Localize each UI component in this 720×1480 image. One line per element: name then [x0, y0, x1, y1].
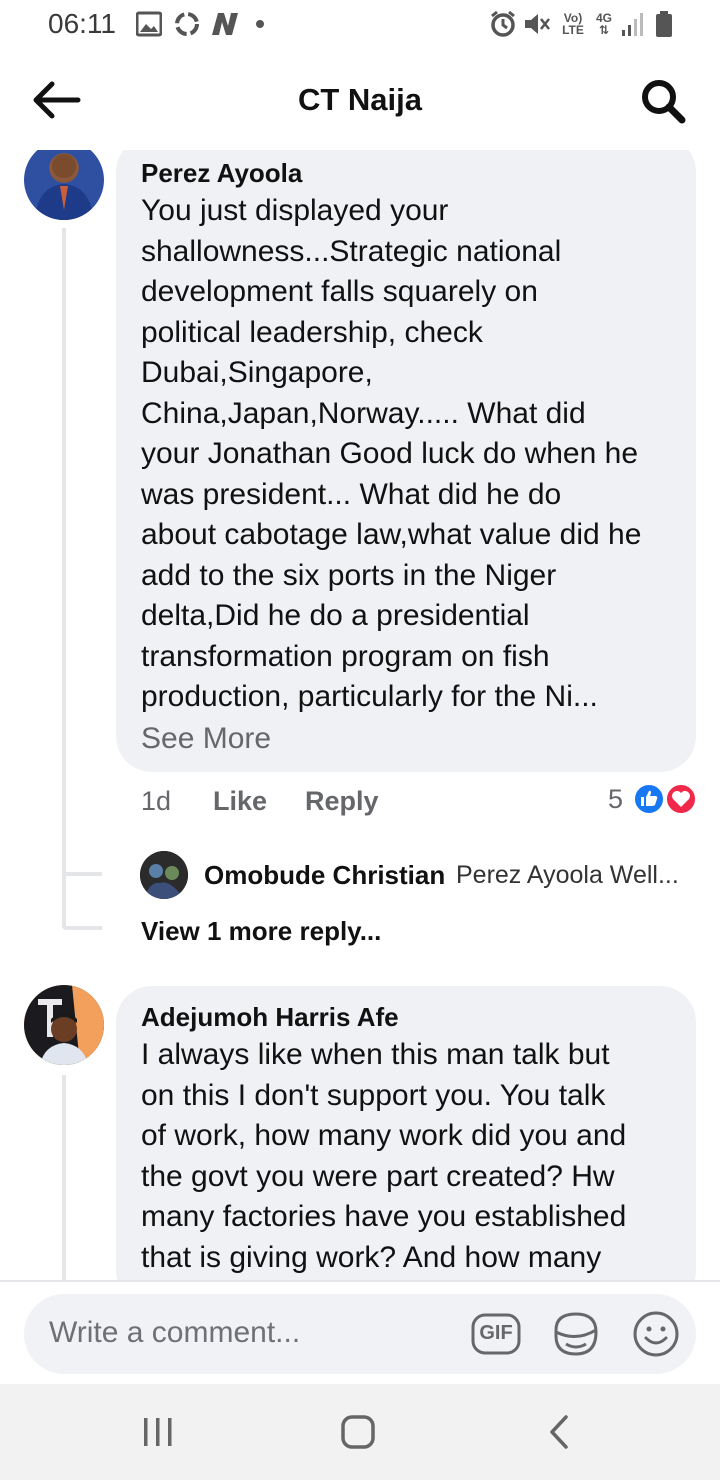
comment-line: China,Japan,Norway..... What did	[141, 396, 586, 430]
comments-feed[interactable]: Perez Ayoola You just displayed your sha…	[0, 150, 720, 1280]
search-icon[interactable]	[638, 76, 688, 126]
like-reaction-icon	[633, 783, 665, 815]
thread-line	[62, 1075, 66, 1280]
comment-timestamp[interactable]: 1d	[141, 786, 171, 817]
avatar-photo	[24, 985, 104, 1065]
volte-indicator: Vo) LTE	[558, 12, 588, 36]
comment-text: I always like when this man talk but on …	[141, 1035, 686, 1278]
battery-icon	[656, 11, 672, 37]
thread-line	[62, 228, 66, 926]
comment-author[interactable]: Perez Ayoola	[141, 158, 302, 189]
n-app-icon	[212, 13, 238, 35]
alarm-icon	[491, 10, 515, 37]
gif-button[interactable]: GIF	[470, 1308, 522, 1360]
comment-line: was president... What did he do	[141, 477, 562, 511]
sticker-icon[interactable]	[550, 1308, 602, 1360]
avatar[interactable]	[24, 150, 104, 220]
reaction-count: 5	[608, 784, 624, 814]
reply-avatar-photo	[140, 851, 188, 899]
reply-avatar[interactable]	[140, 851, 188, 899]
back-nav-icon[interactable]	[538, 1412, 582, 1452]
avatar-photo	[34, 154, 94, 220]
love-reaction-icon	[665, 783, 697, 815]
comment-text: You just displayed your shallowness...St…	[141, 191, 686, 718]
mute-icon	[525, 14, 550, 34]
gif-label: GIF	[479, 1322, 513, 1344]
sync-icon	[175, 12, 199, 36]
comment-line: I always like when this man talk but	[141, 1038, 610, 1071]
comment-line: political leadership, check	[141, 315, 483, 349]
comment-line: on this I don't support you. You talk	[141, 1078, 606, 1112]
like-button[interactable]: Like	[213, 786, 267, 817]
data-indicator: 4G ⇅	[592, 12, 616, 36]
status-time: 06:11	[48, 8, 116, 39]
comment-line: add to the six ports in the Niger	[141, 558, 557, 592]
thread-connector	[62, 872, 102, 876]
comment-line: your Jonathan Good luck do when he	[141, 437, 639, 470]
thread-connector	[62, 926, 102, 930]
lte-label: LTE	[562, 23, 584, 37]
page-title: CT Naija	[297, 82, 423, 117]
comment-line: of work, how many work did you and	[141, 1119, 627, 1152]
notification-dot	[256, 20, 264, 28]
signal-icon	[622, 13, 643, 36]
comment-line: development falls squarely on	[141, 275, 538, 308]
data-arrows-icon: ⇅	[598, 23, 610, 37]
comment-line: production, particularly for the Ni...	[141, 680, 598, 713]
reactions-summary[interactable]: 5	[606, 780, 698, 820]
comment-line: transformation program on fish	[141, 639, 550, 673]
comment-line: about cabotage law,what value did he	[141, 518, 642, 551]
view-more-replies-link[interactable]: View 1 more reply...	[141, 916, 381, 947]
comment-composer-area: Write a comment... GIF	[0, 1280, 720, 1384]
reply-author[interactable]: Omobude Christian	[204, 860, 445, 891]
comment-line: Dubai,Singapore,	[141, 356, 373, 389]
emoji-icon[interactable]	[630, 1308, 682, 1360]
comment-line: You just displayed your	[141, 194, 449, 227]
comment-line: the govt you were part created? Hw	[141, 1159, 615, 1193]
home-icon[interactable]	[336, 1412, 380, 1452]
comment-line: delta,Did he do a presidential	[141, 599, 530, 632]
comment-line: that is giving work? And how many	[141, 1240, 602, 1274]
comment-input-placeholder: Write a comment...	[49, 1316, 301, 1349]
recent-apps-icon[interactable]	[136, 1412, 180, 1452]
gallery-icon	[136, 11, 162, 37]
comment-line: shallowness...Strategic national	[141, 234, 562, 268]
see-more-link[interactable]: See More	[141, 722, 271, 756]
comment-author[interactable]: Adejumoh Harris Afe	[141, 1002, 399, 1033]
status-bar: 06:11 Vo) LTE 4G ⇅	[0, 0, 720, 50]
reply-button[interactable]: Reply	[305, 786, 379, 817]
avatar[interactable]	[24, 985, 104, 1065]
system-navigation-bar	[0, 1384, 720, 1480]
comment-line: many factories have you established	[141, 1200, 627, 1233]
comment-input[interactable]: Write a comment... GIF	[24, 1294, 696, 1374]
app-header: CT Naija	[0, 50, 720, 150]
reply-snippet[interactable]: Perez Ayoola Well...	[456, 861, 686, 890]
